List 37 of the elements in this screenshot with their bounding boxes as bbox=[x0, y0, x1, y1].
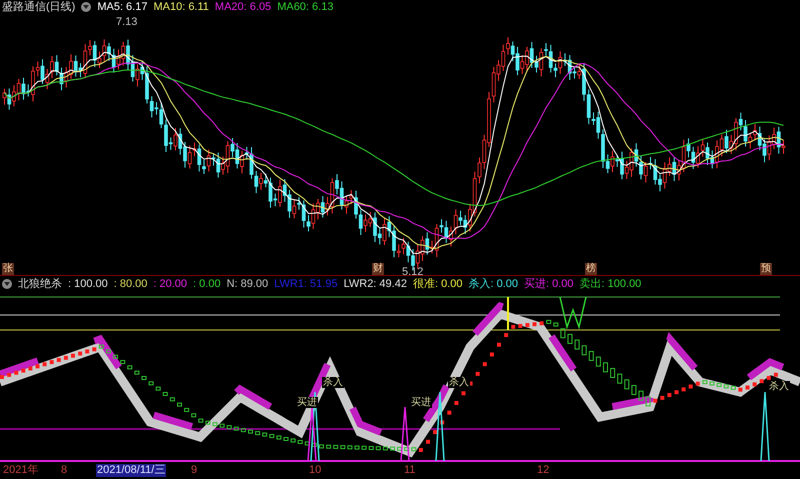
price-label: 5.12 bbox=[402, 265, 424, 278]
axis-label: 9 bbox=[190, 464, 198, 477]
indicator-value: 杀入: 0.00 bbox=[468, 276, 518, 292]
axis-label: 11 bbox=[403, 464, 416, 477]
axis-label: 10 bbox=[308, 464, 322, 477]
indicator-value: : 20.00 bbox=[153, 276, 188, 292]
signal-label: 买进 bbox=[296, 397, 318, 408]
cursor-date: 2021/08/11/三 bbox=[96, 464, 166, 477]
moving-average-value: MA20: 6.05 bbox=[214, 0, 272, 15]
dropdown-icon[interactable] bbox=[81, 2, 92, 12]
signal-label: 杀入 bbox=[448, 377, 470, 388]
indicator-value: 买进: 0.00 bbox=[524, 276, 574, 292]
price-label: 7.13 bbox=[116, 15, 138, 30]
event-marker[interactable]: 财 bbox=[372, 263, 384, 275]
indicator-value: : 0.00 bbox=[193, 276, 221, 292]
moving-average-value: MA60: 6.13 bbox=[277, 0, 334, 15]
indicator-name: 北狼绝杀 bbox=[18, 276, 62, 292]
dropdown-icon[interactable] bbox=[2, 279, 12, 289]
signal-label: 杀入 bbox=[768, 381, 790, 392]
event-marker[interactable]: 预 bbox=[760, 263, 772, 275]
signal-label: 杀入 bbox=[322, 377, 344, 388]
event-marker[interactable]: 张 bbox=[2, 263, 14, 275]
axis-label: 2021年 bbox=[2, 464, 40, 477]
stock-title: 盛路通信(日线) bbox=[2, 0, 76, 15]
axis-label: 8 bbox=[60, 464, 68, 477]
indicator-value: 卖出: 100.00 bbox=[580, 276, 642, 292]
moving-average-value: MA5: 6.17 bbox=[97, 0, 148, 15]
indicator-value: : 80.00 bbox=[114, 276, 148, 292]
event-marker[interactable]: 榜 bbox=[585, 263, 597, 275]
indicator-value: LWR2: 49.42 bbox=[344, 276, 407, 292]
indicator-value: N: 89.00 bbox=[226, 276, 268, 292]
indicator-value: : 100.00 bbox=[68, 276, 108, 292]
indicator-value: 很准: 0.00 bbox=[412, 276, 462, 292]
moving-average-value: MA10: 6.11 bbox=[153, 0, 209, 15]
signal-label: 买进 bbox=[410, 397, 432, 408]
indicator-value: LWR1: 51.95 bbox=[274, 276, 338, 292]
axis-label: 12 bbox=[536, 464, 550, 477]
